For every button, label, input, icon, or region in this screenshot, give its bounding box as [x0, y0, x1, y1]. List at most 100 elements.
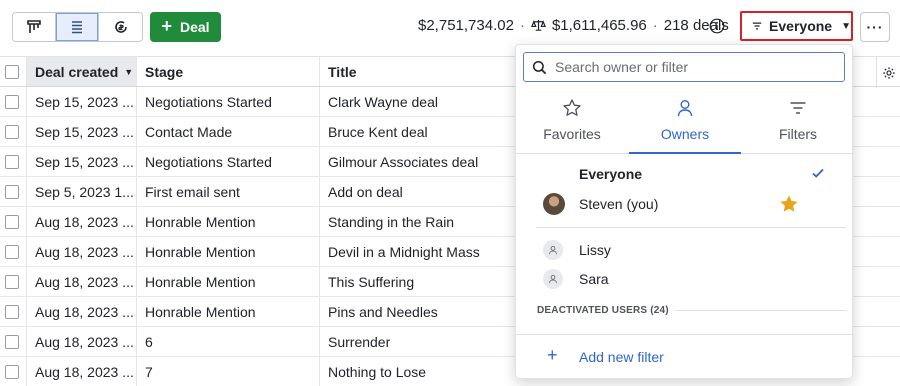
forecast-view-icon [114, 21, 127, 33]
star-filled-icon[interactable] [779, 194, 799, 214]
row-select-cell [0, 207, 27, 236]
row-select-cell [0, 297, 27, 326]
column-header-title[interactable]: Title [320, 57, 515, 86]
deal-summary: $2,751,734.02 · $1,611,465.96 · 218 deal… [418, 17, 729, 34]
dropdown-divider [516, 334, 854, 335]
row-select-cell [0, 357, 27, 386]
dropdown-tabs: Favorites Owners Filters [516, 92, 854, 154]
column-settings-button[interactable] [876, 57, 900, 88]
row-select-cell [0, 117, 27, 146]
plus-icon: + [161, 16, 172, 36]
stage-cell[interactable]: Honrable Mention [137, 237, 320, 266]
owner-option-everyone[interactable]: Everyone [516, 159, 854, 189]
search-icon [532, 60, 547, 74]
weighted-value: $1,611,465.96 [551, 17, 647, 34]
caret-down-icon: ▼ [841, 20, 851, 32]
title-cell[interactable]: Pins and Needles [320, 297, 515, 326]
title-cell[interactable]: Standing in the Rain [320, 207, 515, 236]
stage-cell[interactable]: Honrable Mention [137, 297, 320, 326]
row-checkbox[interactable] [5, 244, 19, 259]
row-checkbox[interactable] [5, 304, 19, 319]
star-outline-icon [563, 99, 581, 116]
filter-icon [752, 22, 762, 30]
stage-cell[interactable]: 7 [137, 357, 320, 386]
owner-option-sara[interactable]: Sara [516, 264, 854, 294]
deal-created-cell[interactable]: Aug 18, 2023 ... [27, 357, 137, 386]
more-options-button[interactable]: ··· [860, 12, 890, 42]
deal-created-cell[interactable]: Aug 18, 2023 ... [27, 237, 137, 266]
deal-created-cell[interactable]: Sep 15, 2023 ... [27, 147, 137, 176]
row-checkbox[interactable] [5, 154, 19, 169]
row-select-cell [0, 177, 27, 206]
owner-search-field[interactable] [523, 52, 845, 82]
tab-favorites[interactable]: Favorites [516, 92, 628, 154]
title-cell[interactable]: Add on deal [320, 177, 515, 206]
deal-created-cell[interactable]: Aug 18, 2023 ... [27, 327, 137, 356]
select-all-cell [0, 57, 27, 86]
user-placeholder-icon [543, 269, 563, 289]
column-header-stage[interactable]: Stage [137, 57, 320, 86]
owner-option-current-user[interactable]: Steven (you) [516, 189, 854, 219]
row-checkbox[interactable] [5, 274, 19, 289]
owner-option-lissy[interactable]: Lissy [516, 235, 854, 265]
sort-desc-icon: ▼ [124, 66, 134, 77]
deal-created-cell[interactable]: Sep 15, 2023 ... [27, 87, 137, 116]
gear-icon [882, 66, 895, 79]
select-all-checkbox[interactable] [5, 64, 19, 79]
stage-cell[interactable]: Negotiations Started [137, 147, 320, 176]
stage-cell[interactable]: Honrable Mention [137, 267, 320, 296]
row-checkbox[interactable] [5, 184, 19, 199]
forecast-view-button[interactable] [99, 13, 142, 41]
list-view-icon [72, 21, 82, 34]
row-checkbox[interactable] [5, 364, 19, 379]
title-cell[interactable]: Bruce Kent deal [320, 117, 515, 146]
info-icon[interactable] [709, 18, 725, 34]
stage-cell[interactable]: Honrable Mention [137, 207, 320, 236]
row-checkbox[interactable] [5, 334, 19, 349]
owner-filter-dropdown: Favorites Owners Filters Everyone Steven… [515, 44, 854, 379]
plus-icon: + [547, 345, 558, 365]
owner-search-input[interactable] [555, 59, 825, 75]
stage-cell[interactable]: First email sent [137, 177, 320, 206]
title-cell[interactable]: Gilmour Associates deal [320, 147, 515, 176]
owner-filter-label: Everyone [769, 18, 833, 34]
deal-created-cell[interactable]: Aug 18, 2023 ... [27, 297, 137, 326]
row-checkbox[interactable] [5, 94, 19, 109]
scale-icon [530, 19, 546, 31]
add-new-filter-button[interactable]: + Add new filter [516, 342, 854, 372]
list-view-button[interactable] [56, 13, 99, 41]
pipeline-view-icon [27, 20, 41, 33]
deal-created-cell[interactable]: Aug 18, 2023 ... [27, 207, 137, 236]
column-header-deal-created[interactable]: Deal created ▼ [27, 57, 137, 86]
add-deal-button[interactable]: + Deal [150, 12, 221, 42]
deactivated-users-section[interactable]: DEACTIVATED USERS (24) [537, 305, 847, 316]
pipeline-view-button[interactable] [13, 13, 56, 41]
stage-cell[interactable]: 6 [137, 327, 320, 356]
row-select-cell [0, 87, 27, 116]
title-cell[interactable]: This Suffering [320, 267, 515, 296]
tab-owners[interactable]: Owners [629, 92, 741, 154]
deal-created-cell[interactable]: Sep 5, 2023 1... [27, 177, 137, 206]
total-value: $2,751,734.02 [418, 17, 514, 34]
filter-lines-icon [790, 102, 806, 114]
row-checkbox[interactable] [5, 214, 19, 229]
row-select-cell [0, 267, 27, 296]
person-icon [677, 100, 693, 117]
title-cell[interactable]: Nothing to Lose [320, 357, 515, 386]
title-cell[interactable]: Devil in a Midnight Mass [320, 237, 515, 266]
deal-created-cell[interactable]: Aug 18, 2023 ... [27, 267, 137, 296]
row-checkbox[interactable] [5, 124, 19, 139]
separator-dot: · [652, 17, 658, 34]
user-avatar [543, 193, 565, 215]
row-select-cell [0, 147, 27, 176]
stage-cell[interactable]: Contact Made [137, 117, 320, 146]
row-select-cell [0, 327, 27, 356]
tab-filters[interactable]: Filters [742, 92, 854, 154]
title-cell[interactable]: Surrender [320, 327, 515, 356]
add-deal-label: Deal [179, 19, 210, 35]
owner-filter-button[interactable]: Everyone ▼ [740, 11, 853, 41]
section-divider [674, 310, 847, 311]
stage-cell[interactable]: Negotiations Started [137, 87, 320, 116]
deal-created-cell[interactable]: Sep 15, 2023 ... [27, 117, 137, 146]
title-cell[interactable]: Clark Wayne deal [320, 87, 515, 116]
